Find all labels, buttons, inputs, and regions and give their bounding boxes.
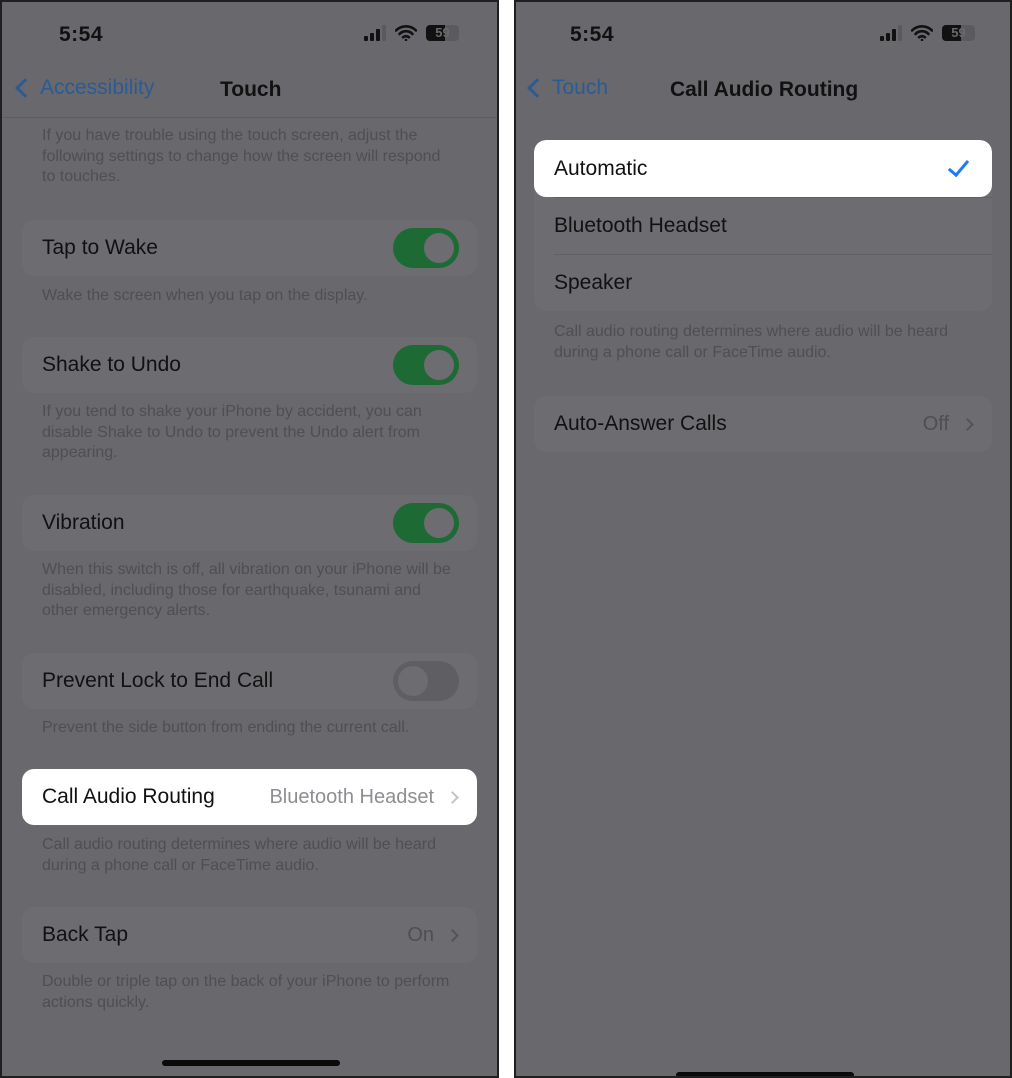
setting-label: Back Tap (42, 923, 128, 946)
status-icons: 59 (364, 25, 459, 41)
setting-value: Off (922, 412, 949, 435)
chevron-left-icon (527, 78, 547, 98)
chevron-right-icon (961, 417, 974, 431)
option-speaker[interactable]: Speaker (534, 254, 992, 311)
wifi-icon (911, 25, 933, 41)
back-button-label: Accessibility (40, 76, 155, 99)
prevent-lock-to-end-call-toggle[interactable] (393, 661, 459, 701)
routing-footer: Call audio routing determines where audi… (554, 323, 949, 361)
setting-back-tap[interactable]: Back Tap On (22, 907, 477, 963)
option-automatic[interactable]: Automatic (534, 140, 992, 197)
battery-icon: 59 (426, 25, 459, 41)
status-bar: 5:54 59 (2, 2, 497, 62)
home-indicator[interactable] (162, 1060, 340, 1066)
intro-text: If you have trouble using the touch scre… (42, 127, 441, 185)
status-time: 5:54 (570, 23, 615, 46)
page-title: Touch (220, 78, 282, 101)
navigation-bar: Touch Call Audio Routing (516, 62, 1010, 118)
wifi-icon (395, 25, 417, 41)
routing-options-list: Automatic Bluetooth Headset Speaker (534, 140, 992, 311)
setting-footer: If you tend to shake your iPhone by acci… (42, 403, 422, 461)
back-button-label: Touch (552, 76, 609, 99)
setting-value: Bluetooth Headset (269, 785, 434, 808)
setting-auto-answer-calls[interactable]: Auto-Answer Calls Off (534, 396, 992, 452)
option-label: Automatic (554, 156, 648, 180)
setting-tap-to-wake: Tap to Wake (22, 220, 477, 276)
tap-to-wake-toggle[interactable] (393, 228, 459, 268)
chevron-right-icon (446, 928, 459, 942)
status-icons: 59 (880, 25, 975, 41)
cellular-signal-icon (364, 25, 386, 41)
setting-prevent-lock-to-end-call: Prevent Lock to End Call (22, 653, 477, 709)
shake-to-undo-toggle[interactable] (393, 345, 459, 385)
battery-level: 59 (951, 25, 966, 40)
chevron-left-icon (15, 78, 35, 98)
back-button[interactable]: Touch (524, 76, 608, 100)
status-bar: 5:54 59 (516, 2, 1010, 62)
cellular-signal-icon (880, 25, 902, 41)
setting-value: On (407, 923, 434, 946)
chevron-right-icon (446, 790, 459, 804)
setting-footer: Wake the screen when you tap on the disp… (42, 287, 368, 304)
navigation-bar: Accessibility Touch (2, 62, 497, 118)
setting-label: Call Audio Routing (42, 785, 215, 808)
setting-footer: Call audio routing determines where audi… (42, 836, 437, 874)
setting-footer: Double or triple tap on the back of your… (42, 973, 450, 1011)
setting-footer: When this switch is off, all vibration o… (42, 561, 451, 619)
setting-shake-to-undo: Shake to Undo (22, 337, 477, 393)
option-bluetooth-headset[interactable]: Bluetooth Headset (534, 197, 992, 254)
status-time: 5:54 (59, 23, 104, 46)
home-indicator[interactable] (676, 1072, 854, 1076)
setting-vibration: Vibration (22, 495, 477, 551)
battery-level: 59 (435, 25, 450, 40)
call-audio-routing-screen: 5:54 59 Touch Call Audio Routing Automat… (514, 0, 1012, 1078)
option-label: Bluetooth Headset (554, 213, 727, 237)
back-button[interactable]: Accessibility (12, 76, 154, 100)
battery-icon: 59 (942, 25, 975, 41)
vibration-toggle[interactable] (393, 503, 459, 543)
setting-label: Auto-Answer Calls (554, 412, 727, 435)
touch-settings-screen: 5:54 59 Accessibility Touch If you have … (0, 0, 499, 1078)
option-label: Speaker (554, 270, 633, 294)
setting-footer: Prevent the side button from ending the … (42, 719, 410, 736)
page-title: Call Audio Routing (670, 78, 859, 101)
setting-call-audio-routing[interactable]: Call Audio Routing Bluetooth Headset (22, 769, 477, 825)
